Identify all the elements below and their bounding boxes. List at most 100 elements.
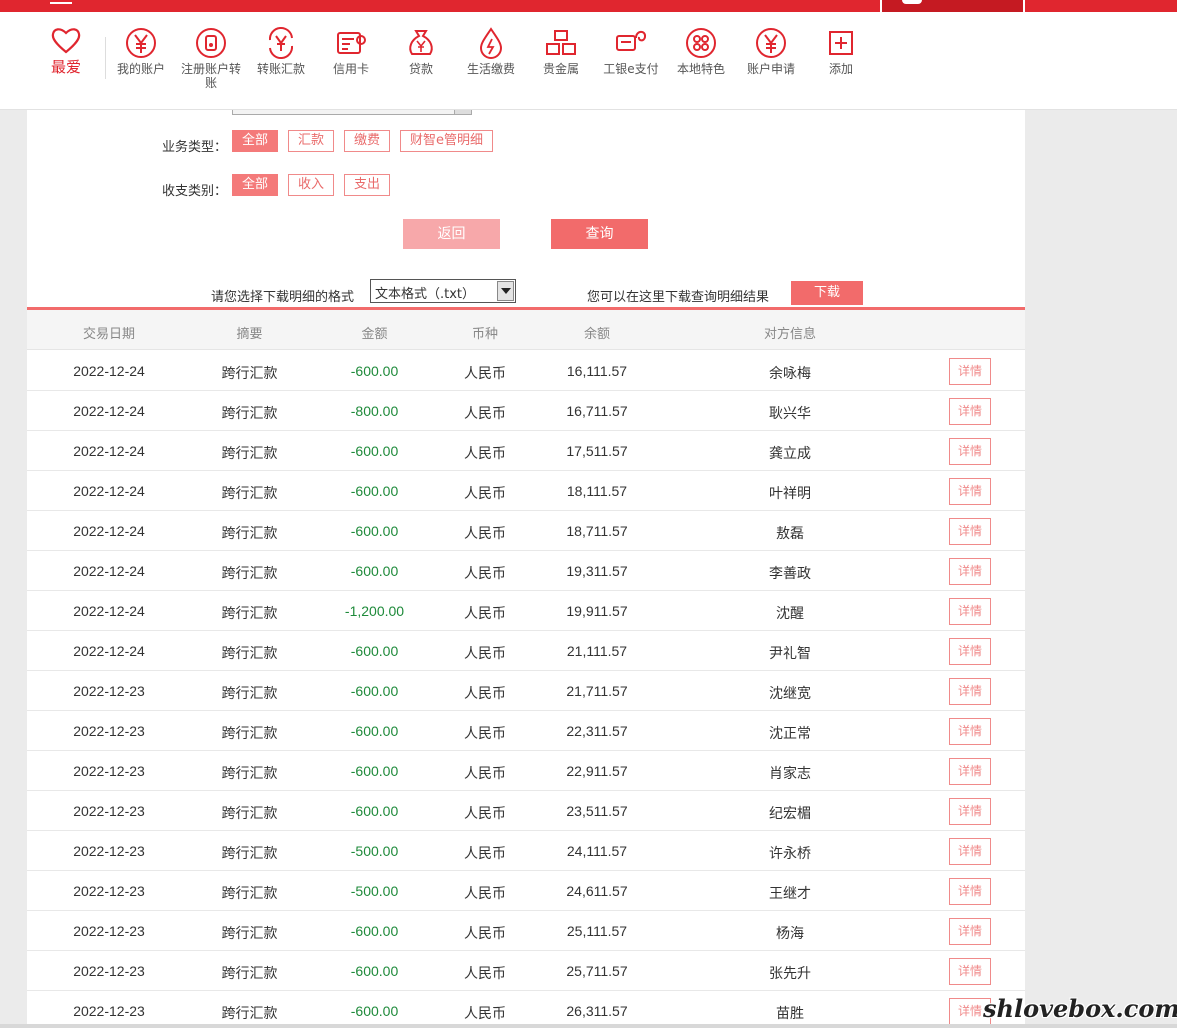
chevron-down-icon[interactable]	[497, 281, 514, 301]
counterparty-cell: 杨海	[776, 925, 804, 941]
nav-item-account-apply[interactable]: 账户申请	[736, 26, 806, 76]
date-cell: 2022-12-23	[73, 923, 145, 939]
summary-cell: 跨行汇款	[221, 805, 278, 821]
table-row: 2022-12-24 跨行汇款 -1,200.00 人民币 19,911.57 沈醒 详情	[27, 591, 1025, 631]
date-cell: 2022-12-23	[73, 763, 145, 779]
nav-item-transfer-remit[interactable]: 转账汇款	[246, 26, 316, 76]
header-balance: 余额	[583, 327, 610, 342]
nav-item-label: 注册账户转账	[180, 62, 241, 90]
back-button[interactable]: 返回	[403, 219, 500, 249]
detail-button[interactable]: 详情	[949, 678, 991, 705]
business-type-payment[interactable]: 缴费	[344, 130, 391, 152]
currency-cell: 人民币	[464, 365, 506, 381]
summary-cell: 跨行汇款	[221, 765, 278, 781]
header-date: 交易日期	[82, 327, 135, 342]
detail-button[interactable]: 详情	[949, 358, 991, 385]
counterparty-cell: 许永桥	[769, 845, 811, 861]
io-type-all[interactable]: 全部	[232, 174, 279, 196]
detail-button[interactable]: 详情	[949, 758, 991, 785]
account-select[interactable]	[232, 110, 472, 115]
counterparty-cell: 叶祥明	[769, 485, 811, 501]
counterparty-cell: 纪宏楣	[769, 805, 811, 821]
io-type-income[interactable]: 收入	[288, 174, 335, 196]
detail-button[interactable]: 详情	[949, 958, 991, 985]
balance-cell: 19,311.57	[566, 563, 628, 579]
nav-item-plus-square[interactable]: 添加	[806, 26, 876, 76]
table-row: 2022-12-23 跨行汇款 -600.00 人民币 21,711.57 沈继宽 详情	[27, 671, 1025, 711]
header-counterparty: 对方信息	[763, 327, 816, 342]
summary-cell: 跨行汇款	[221, 525, 278, 541]
detail-button[interactable]: 详情	[949, 838, 991, 865]
date-cell: 2022-12-24	[73, 643, 145, 659]
date-cell: 2022-12-24	[73, 563, 145, 579]
detail-button[interactable]: 详情	[949, 558, 991, 585]
detail-button[interactable]: 详情	[949, 398, 991, 425]
business-type-remit[interactable]: 汇款	[288, 130, 335, 152]
date-cell: 2022-12-24	[73, 363, 145, 379]
nav-item-yen-circle[interactable]: 我的账户	[106, 26, 176, 76]
date-cell: 2022-12-23	[73, 803, 145, 819]
nav-item-e-pay[interactable]: 工银e支付	[596, 26, 666, 76]
summary-cell: 跨行汇款	[221, 565, 278, 581]
summary-cell: 跨行汇款	[221, 405, 278, 421]
download-bar: 请您选择下载明细的格式 文本格式（.txt） 您可以在这里下载查询明细结果 下载	[27, 278, 1025, 308]
detail-button[interactable]: 详情	[949, 518, 991, 545]
nav-item-label: 工银e支付	[603, 62, 659, 76]
download-button[interactable]: 下载	[791, 281, 863, 305]
format-select-value: 文本格式（.txt）	[375, 287, 476, 302]
amount-cell: -1,200.00	[344, 603, 405, 619]
business-type-wealth-detail[interactable]: 财智e管明细	[400, 130, 494, 152]
page-background-right	[1025, 110, 1177, 1028]
nav-item-gold-bars[interactable]: 贵金属	[526, 26, 596, 76]
date-cell: 2022-12-23	[73, 723, 145, 739]
detail-button[interactable]: 详情	[949, 798, 991, 825]
detail-button[interactable]: 详情	[949, 478, 991, 505]
watermark: shlovebox.com	[983, 994, 1177, 1023]
detail-button[interactable]: 详情	[949, 918, 991, 945]
money-bag-icon	[409, 30, 433, 55]
counterparty-cell: 沈继宽	[769, 685, 811, 701]
counterparty-cell: 肖家志	[769, 765, 811, 781]
table-row: 2022-12-23 跨行汇款 -600.00 人民币 23,511.57 纪宏楣 详情	[27, 791, 1025, 831]
format-select[interactable]: 文本格式（.txt）	[370, 279, 516, 303]
menu-icon[interactable]	[50, 0, 72, 4]
nav-item-credit-card[interactable]: 信用卡	[316, 26, 386, 76]
detail-button[interactable]: 详情	[949, 878, 991, 905]
amount-cell: -600.00	[350, 563, 399, 579]
nav-item-account-transfer[interactable]: 注册账户转账	[176, 26, 246, 90]
date-cell: 2022-12-24	[73, 523, 145, 539]
favorites-label: 最爱	[50, 58, 81, 76]
detail-button[interactable]: 详情	[949, 598, 991, 625]
favorites-button[interactable]: 最爱	[42, 26, 90, 77]
currency-cell: 人民币	[464, 605, 506, 621]
table-row: 2022-12-23 跨行汇款 -600.00 人民币 25,711.57 张先升 详情	[27, 951, 1025, 991]
table-row: 2022-12-24 跨行汇款 -600.00 人民币 18,111.57 叶祥明 详情	[27, 471, 1025, 511]
detail-button[interactable]: 详情	[949, 438, 991, 465]
io-type-expense[interactable]: 支出	[344, 174, 391, 196]
nav-item-money-bag[interactable]: 贷款	[386, 26, 456, 76]
table-row: 2022-12-23 跨行汇款 -500.00 人民币 24,611.57 王继才 详情	[27, 871, 1025, 911]
summary-cell: 跨行汇款	[221, 685, 278, 701]
business-type-all[interactable]: 全部	[232, 130, 279, 152]
currency-cell: 人民币	[464, 645, 506, 661]
nav-item-water-drop[interactable]: 生活缴费	[456, 26, 526, 76]
balance-cell: 24,611.57	[566, 883, 628, 899]
query-button[interactable]: 查询	[551, 219, 648, 249]
header-tab[interactable]	[880, 0, 1025, 12]
header-currency: 币种	[471, 327, 498, 342]
summary-cell: 跨行汇款	[221, 645, 278, 661]
date-cell: 2022-12-24	[73, 403, 145, 419]
balance-cell: 23,511.57	[566, 803, 628, 819]
amount-cell: -500.00	[350, 843, 399, 859]
nav-item-local-feature[interactable]: 本地特色	[666, 26, 736, 76]
io-type-filter: 收支类别： 全部 收入 支出	[162, 173, 400, 199]
counterparty-cell: 敖磊	[776, 525, 804, 541]
detail-button[interactable]: 详情	[949, 718, 991, 745]
counterparty-cell: 张先升	[769, 965, 811, 981]
balance-cell: 25,711.57	[566, 963, 628, 979]
gold-bars-icon	[546, 30, 576, 55]
water-drop-icon	[479, 27, 503, 59]
detail-button[interactable]: 详情	[949, 638, 991, 665]
summary-cell: 跨行汇款	[221, 845, 278, 861]
currency-cell: 人民币	[464, 525, 506, 541]
